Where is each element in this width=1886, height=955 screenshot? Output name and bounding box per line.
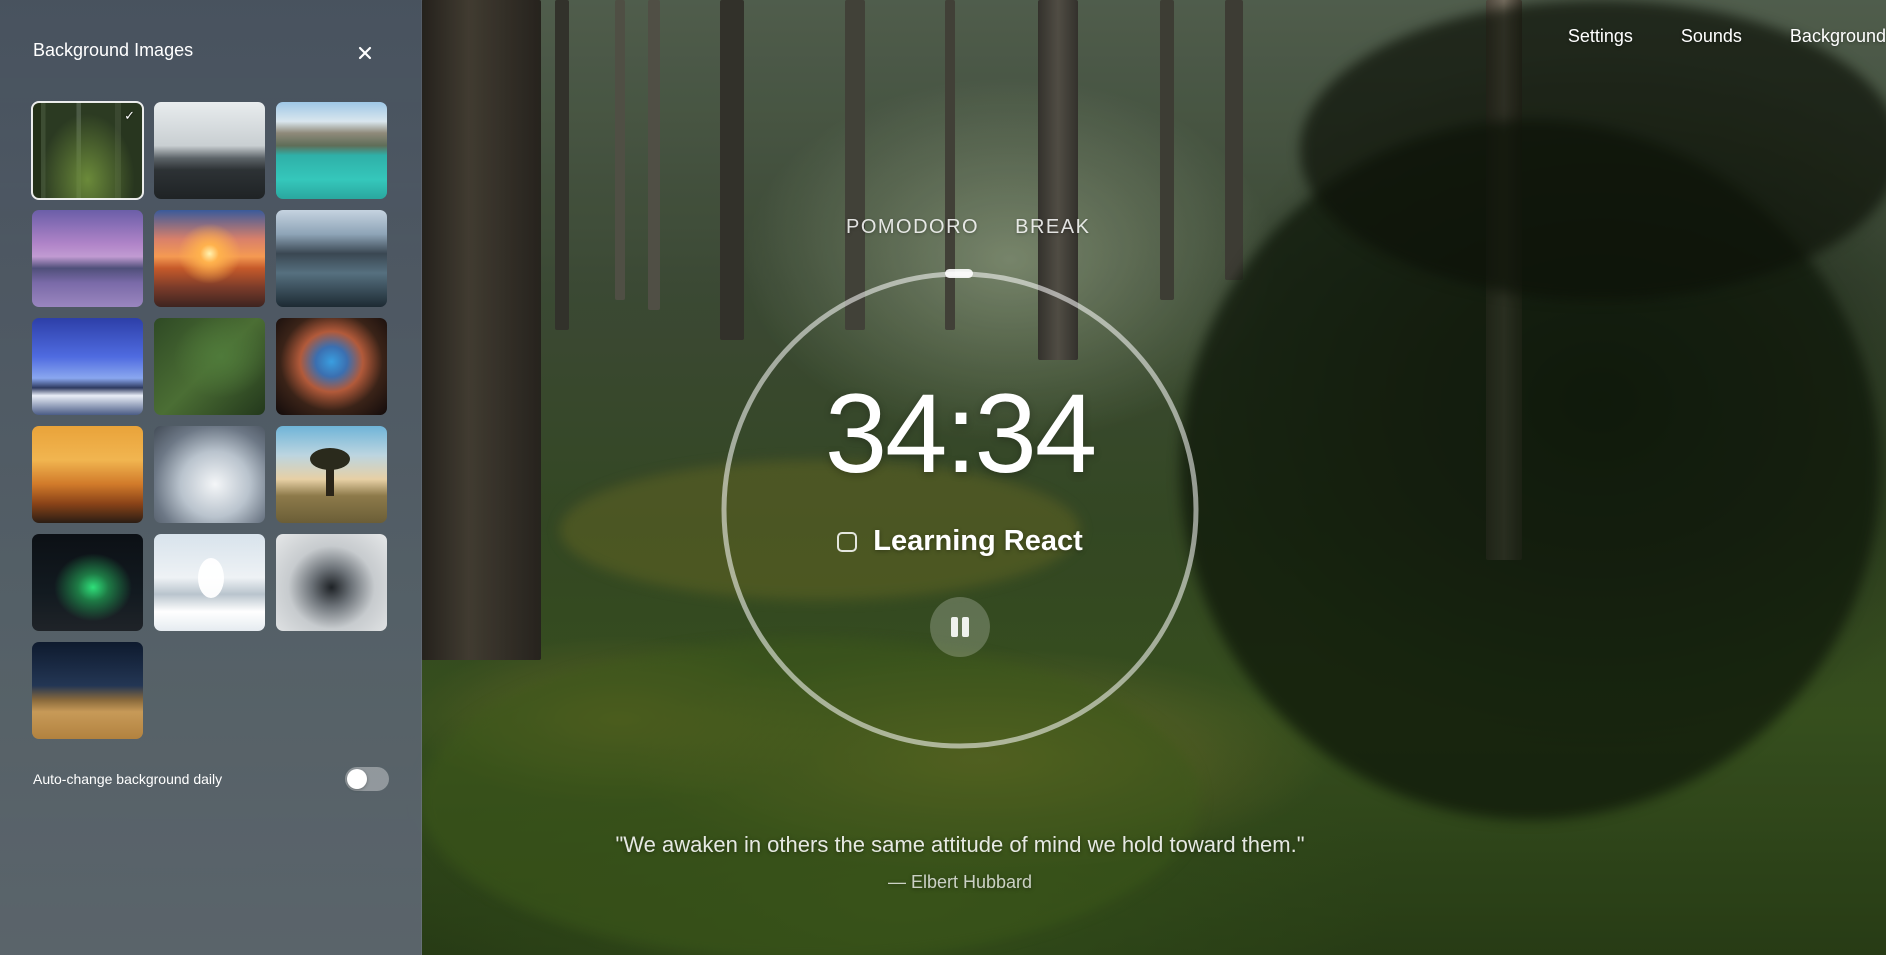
timer-display: 34:34 (824, 371, 1097, 496)
auto-change-toggle[interactable] (345, 767, 389, 791)
top-nav: Settings Sounds Background (1568, 26, 1886, 47)
thumbnail-forest[interactable]: ✓ (31, 101, 144, 200)
tab-break[interactable]: BREAK (1015, 216, 1090, 239)
thumbnail-purple-lake-tree[interactable] (32, 210, 143, 307)
panel-header: Background Images (33, 40, 388, 66)
thumbnail-aerial-forest-road[interactable] (154, 318, 265, 415)
task-label: Learning React (873, 525, 1083, 557)
nav-settings[interactable]: Settings (1568, 26, 1633, 47)
thumbnail-grid: ✓ (31, 101, 387, 739)
auto-change-label: Auto-change background daily (33, 771, 223, 787)
timer-ring: 34:34 Learning React (719, 269, 1201, 751)
thumbnail-ocean-sunset[interactable] (154, 210, 265, 307)
thumbnail-desert-night-sky[interactable] (32, 642, 143, 739)
task-checkbox[interactable] (837, 531, 858, 552)
thumbnail-blue-sea-of-clouds[interactable] (32, 318, 143, 415)
thumbnail-fjord-valley[interactable] (276, 210, 387, 307)
thumbnail-aurora-night[interactable] (32, 534, 143, 631)
auto-change-row: Auto-change background daily (33, 766, 389, 792)
nav-background[interactable]: Background (1790, 26, 1886, 47)
close-button[interactable] (354, 42, 376, 64)
background-images-panel: Background Images ✓ Auto-change backgrou… (0, 0, 422, 955)
thumbnail-mountain-lake[interactable] (276, 102, 387, 199)
thumbnail-golden-hills[interactable] (32, 426, 143, 523)
current-task: Learning React (719, 525, 1201, 558)
thumbnail-winter-tree[interactable] (154, 534, 265, 631)
tab-pomodoro[interactable]: POMODORO (846, 216, 979, 239)
mode-tabs: POMODORO BREAK (846, 216, 1090, 239)
pause-icon (951, 617, 958, 637)
pause-button[interactable] (930, 597, 990, 657)
quote-author: — Elbert Hubbard (887, 872, 1033, 892)
thumbnail-snowy-peak[interactable] (154, 426, 265, 523)
thumbnail-lone-tree-field[interactable] (276, 426, 387, 523)
progress-ring (721, 269, 1199, 749)
close-icon (358, 46, 372, 60)
thumbnail-misty-pines[interactable] (154, 102, 265, 199)
nav-sounds[interactable]: Sounds (1681, 26, 1742, 47)
thumbnail-cloud-mountains[interactable] (276, 534, 387, 631)
panel-title: Background Images (33, 40, 194, 60)
toggle-knob (347, 769, 367, 789)
check-icon: ✓ (124, 108, 135, 123)
progress-handle[interactable] (945, 269, 973, 278)
quote-text: "We awaken in others the same attitude o… (615, 832, 1305, 857)
thumbnail-nebula[interactable] (276, 318, 387, 415)
